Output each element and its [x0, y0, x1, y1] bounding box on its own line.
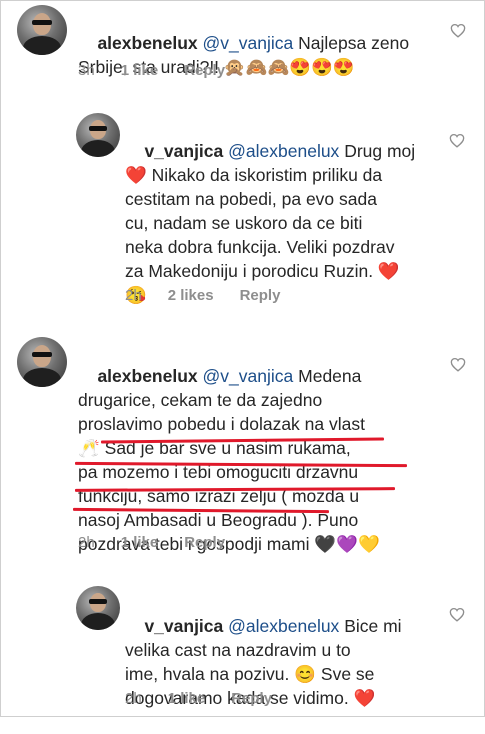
- comment-likes[interactable]: 2 likes: [168, 287, 214, 304]
- comment-mention[interactable]: @v_vanjica: [203, 366, 294, 386]
- comment-username[interactable]: v_vanjica: [144, 616, 223, 636]
- comment-likes[interactable]: 1 like: [168, 690, 206, 707]
- comment-line: proslavimo pobedu i dolazak na vlast: [78, 414, 365, 434]
- comment-line: Drug moj: [344, 141, 416, 161]
- comment-line: za Makedoniju i porodicu Ruzin. ❤️: [125, 261, 400, 281]
- comment-mention[interactable]: @alexbenelux: [228, 141, 339, 161]
- comment-meta: 2h 1 like Reply: [78, 534, 251, 551]
- comment-meta: 2h 2 likes Reply: [125, 287, 306, 304]
- comment-line: cu, nadam se uskoro da ce biti: [125, 213, 363, 233]
- reply-button[interactable]: Reply: [184, 534, 225, 551]
- like-heart-icon[interactable]: [449, 607, 465, 622]
- like-heart-icon[interactable]: [449, 133, 465, 148]
- comment-line: cestitam na pobedi, pa evo sada: [125, 189, 377, 209]
- comment-text: alexbenelux @v_vanjica Najlepsa zeno Srbi…: [78, 7, 448, 103]
- comment-mention[interactable]: @alexbenelux: [228, 616, 339, 636]
- comment-username[interactable]: alexbenelux: [97, 366, 197, 386]
- reply-button[interactable]: Reply: [231, 690, 272, 707]
- comment-line: ime, hvala na pozivu. 😊 Sve se: [125, 664, 375, 684]
- comment-likes[interactable]: 1 like: [121, 534, 159, 551]
- comment-meta: 3h 1 like Reply: [78, 62, 251, 79]
- comment-likes[interactable]: 1 like: [121, 62, 159, 79]
- comment-time: 2h: [78, 534, 95, 551]
- comment-line: drugarice, cekam te da zajedno: [78, 390, 323, 410]
- comment-line: Bice mi: [344, 616, 402, 636]
- comment-mention[interactable]: @v_vanjica: [203, 33, 294, 53]
- like-heart-icon[interactable]: [450, 23, 466, 38]
- comment-line: Najlepsa zeno: [298, 33, 410, 53]
- like-heart-icon[interactable]: [450, 357, 466, 372]
- comment-line: Medena: [298, 366, 362, 386]
- comment-text: v_vanjica @alexbenelux Bice mi velika cas…: [125, 590, 445, 734]
- avatar[interactable]: [76, 113, 120, 157]
- comment-thread: alexbenelux @v_vanjica Najlepsa zeno Srbi…: [0, 0, 485, 717]
- comment-username[interactable]: v_vanjica: [144, 141, 223, 161]
- avatar[interactable]: [17, 5, 67, 55]
- avatar[interactable]: [76, 586, 120, 630]
- reply-button[interactable]: Reply: [240, 287, 281, 304]
- comment-line: velika cast na nazdravim u to: [125, 640, 351, 660]
- comment-username[interactable]: alexbenelux: [97, 33, 197, 53]
- comment-time: 3h: [78, 62, 95, 79]
- comment-time: 2h: [125, 287, 142, 304]
- comment-line: ❤️ Nikako da iskoristim priliku da: [125, 165, 383, 185]
- reply-button[interactable]: Reply: [184, 62, 225, 79]
- avatar[interactable]: [17, 337, 67, 387]
- comment-meta: 2h 1 like Reply: [125, 690, 298, 707]
- comment-time: 2h: [125, 690, 142, 707]
- comment-line: neka dobra funkcija. Veliki pozdrav: [125, 237, 395, 257]
